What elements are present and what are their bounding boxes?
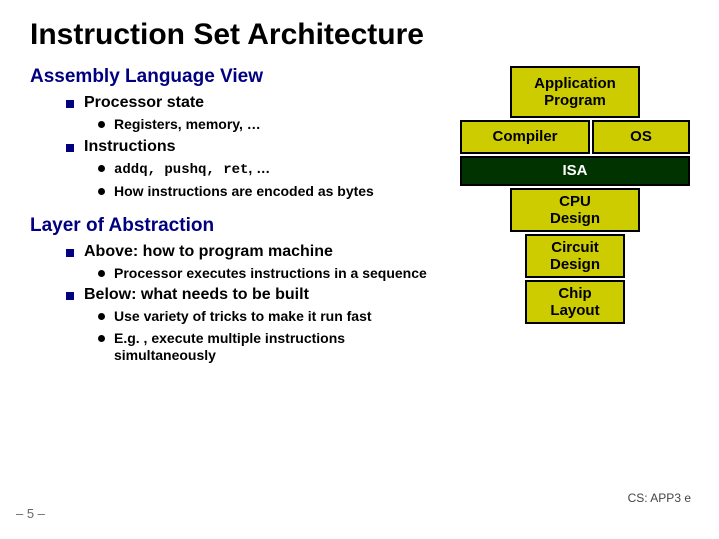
bullet-text: Processor state xyxy=(84,94,204,112)
square-bullet-icon xyxy=(66,292,74,300)
square-bullet-icon xyxy=(66,100,74,108)
layer-diagram: ApplicationProgram Compiler OS ISA CPUDe… xyxy=(460,66,690,324)
subbullet-simultaneous: E.g. , execute multiple instructions sim… xyxy=(98,330,450,365)
box-isa: ISA xyxy=(460,156,690,186)
subbullet-text: Registers, memory, … xyxy=(114,116,450,134)
dot-bullet-icon xyxy=(98,121,105,128)
box-compiler: Compiler xyxy=(460,120,590,154)
box-cpu: CPUDesign xyxy=(510,188,640,232)
box-application: ApplicationProgram xyxy=(510,66,640,118)
box-circuit: CircuitDesign xyxy=(525,234,625,278)
subbullet-registers: Registers, memory, … xyxy=(98,116,450,134)
slide-title: Instruction Set Architecture xyxy=(30,18,689,52)
dot-bullet-icon xyxy=(98,188,105,195)
box-os: OS xyxy=(592,120,690,154)
bullet-text: Above: how to program machine xyxy=(84,243,333,261)
subbullet-tricks: Use variety of tricks to make it run fas… xyxy=(98,308,450,326)
subbullet-text: How instructions are encoded as bytes xyxy=(114,183,450,201)
section2-heading: Layer of Abstraction xyxy=(30,215,450,237)
bullet-processor-state: Processor state xyxy=(66,94,450,112)
bullet-text: Instructions xyxy=(84,138,176,156)
tail-text: , … xyxy=(248,160,270,176)
dot-bullet-icon xyxy=(98,335,105,342)
dot-bullet-icon xyxy=(98,270,105,277)
square-bullet-icon xyxy=(66,249,74,257)
dot-bullet-icon xyxy=(98,313,105,320)
subbullet-text: Use variety of tricks to make it run fas… xyxy=(114,308,450,326)
code-text: addq, pushq, ret xyxy=(114,162,248,178)
bullet-instructions: Instructions xyxy=(66,138,450,156)
page-number: – 5 – xyxy=(16,506,45,521)
bullet-below: Below: what needs to be built xyxy=(66,286,450,304)
bullet-above: Above: how to program machine xyxy=(66,243,450,261)
subbullet-encoding: How instructions are encoded as bytes xyxy=(98,183,450,201)
subbullet-executes: Processor executes instructions in a seq… xyxy=(98,265,450,283)
subbullet-text: addq, pushq, ret, … xyxy=(114,160,450,180)
footer-right: CS: APP3 e xyxy=(628,491,691,505)
dot-bullet-icon xyxy=(98,165,105,172)
box-chip: ChipLayout xyxy=(525,280,625,324)
subbullet-text: Processor executes instructions in a seq… xyxy=(114,265,450,283)
subbullet-addq: addq, pushq, ret, … xyxy=(98,160,450,180)
section1-heading: Assembly Language View xyxy=(30,66,450,88)
subbullet-text: E.g. , execute multiple instructions sim… xyxy=(114,330,450,365)
square-bullet-icon xyxy=(66,144,74,152)
text-column: Assembly Language View Processor state R… xyxy=(30,66,450,369)
bullet-text: Below: what needs to be built xyxy=(84,286,309,304)
